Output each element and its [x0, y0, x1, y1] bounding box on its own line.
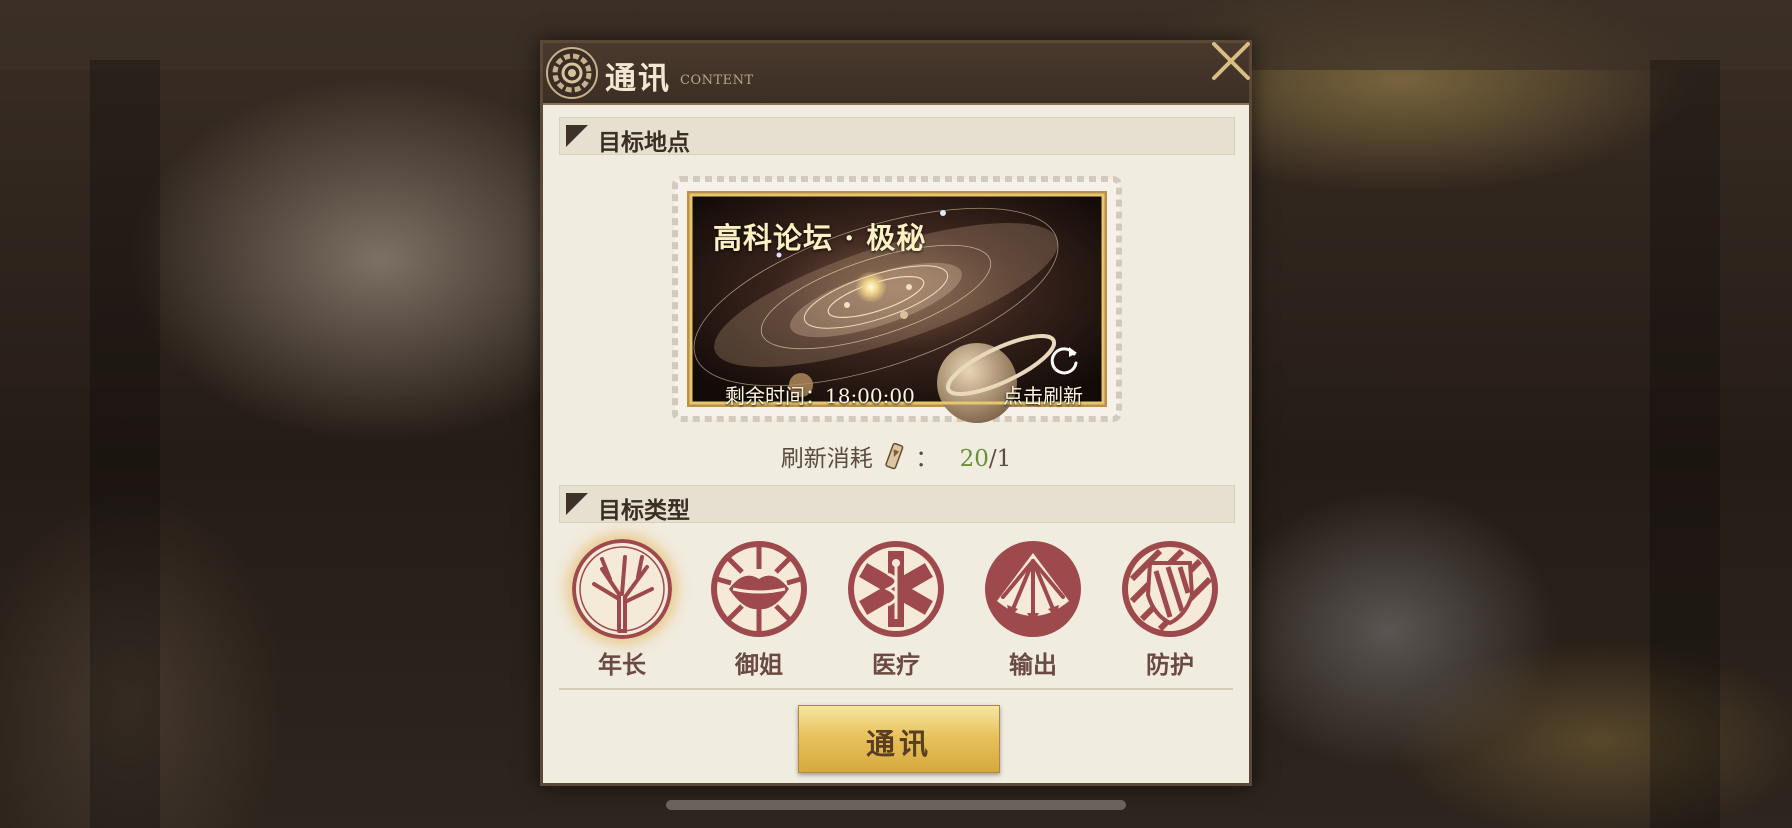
- dialog-title: 通讯: [605, 61, 671, 97]
- corner-marker-icon: [566, 493, 588, 515]
- communicate-button-label: 通讯: [865, 727, 932, 761]
- cost-divider: /: [988, 446, 997, 472]
- divider: [559, 688, 1233, 690]
- refresh-icon[interactable]: [1047, 343, 1081, 377]
- hourglass-scroll-icon: [885, 442, 904, 470]
- dialog-subtitle: CONTENT: [680, 73, 754, 88]
- communicate-button[interactable]: 通讯: [798, 705, 1000, 773]
- target-location-card[interactable]: 高科论坛 · 极秘 剩余时间：18:00:00 点击刷新: [671, 175, 1123, 423]
- refresh-cost-label: 刷新消耗: [780, 446, 873, 472]
- background-column: [1650, 60, 1720, 828]
- location-name: 高科论坛 · 极秘: [713, 221, 927, 255]
- shield-icon: [1122, 541, 1218, 637]
- close-x-icon[interactable]: [1208, 38, 1254, 84]
- type-label: 防护: [1146, 650, 1194, 679]
- type-label: 御姐: [735, 650, 783, 679]
- target-type-list: 年长 御姐 医疗 输出 防护: [559, 539, 1235, 679]
- cost-current: 20: [959, 446, 989, 472]
- type-label: 年长: [598, 650, 646, 679]
- section-header-target-type: 目标类型: [559, 485, 1235, 524]
- type-label: 输出: [1009, 650, 1057, 679]
- home-indicator[interactable]: [666, 800, 1126, 810]
- cost-separator: ：: [915, 446, 939, 472]
- lips-icon: [711, 541, 807, 637]
- cost-required: 1: [996, 446, 1012, 472]
- section-header-target-location: 目标地点: [559, 117, 1235, 156]
- type-option-defense[interactable]: 防护: [1117, 539, 1223, 680]
- type-option-elder[interactable]: 年长: [569, 539, 675, 680]
- remaining-time: 剩余时间：18:00:00: [725, 384, 915, 408]
- corner-marker-icon: [566, 125, 588, 147]
- type-option-lady[interactable]: 御姐: [706, 539, 812, 680]
- section-title: 目标类型: [598, 497, 690, 524]
- background-column: [90, 60, 160, 828]
- content-dialog: 通讯 CONTENT 目标地点 高科论坛 · 极秘 剩余时间：18:00:00 …: [540, 40, 1252, 786]
- type-label: 医疗: [872, 650, 920, 679]
- type-option-output[interactable]: 输出: [980, 539, 1086, 680]
- arrows-icon: [985, 541, 1081, 637]
- section-title: 目标地点: [598, 129, 690, 156]
- refresh-cost-row: 刷新消耗 ： 20/1: [543, 439, 1249, 473]
- medical-cross-icon: [848, 541, 944, 637]
- type-option-medical[interactable]: 医疗: [843, 539, 949, 680]
- tree-icon: [572, 539, 672, 639]
- refresh-hint[interactable]: 点击刷新: [1003, 380, 1083, 409]
- gear-emblem-icon: [546, 47, 598, 99]
- dialog-title-bar: 通讯 CONTENT: [543, 43, 1249, 105]
